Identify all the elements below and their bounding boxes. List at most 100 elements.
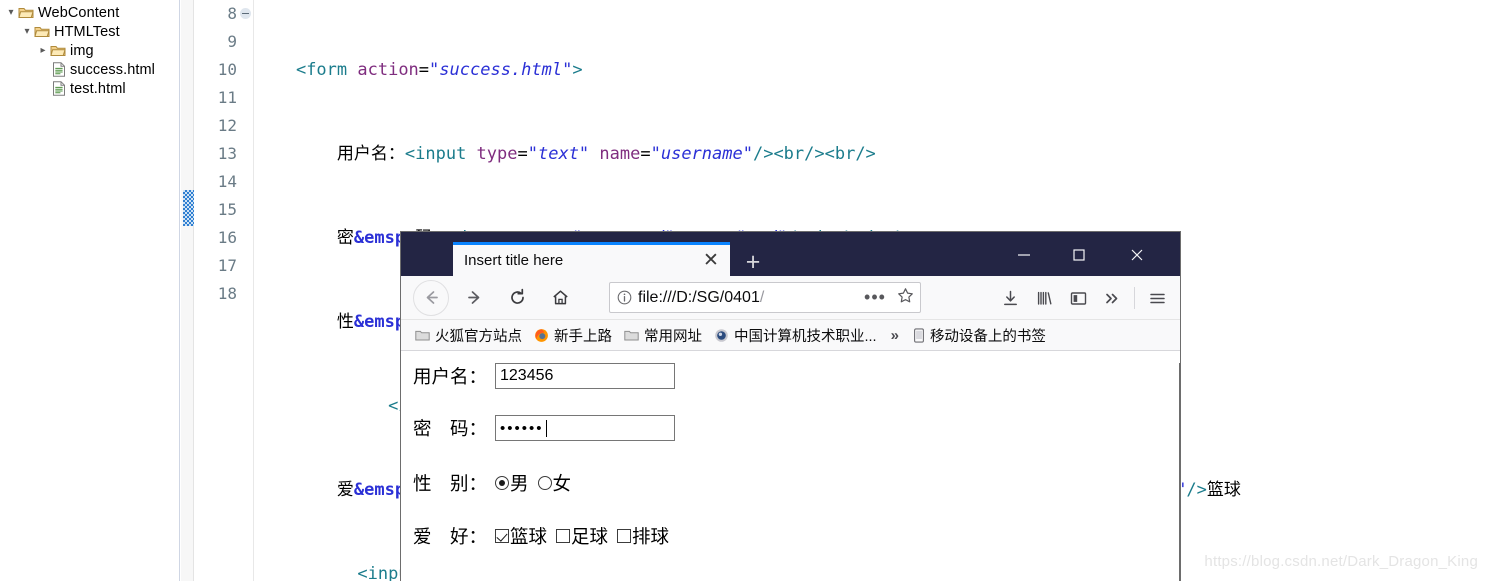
checkbox-label: 足球 <box>571 526 609 547</box>
line-number: 10 <box>217 60 237 79</box>
checkbox-icon[interactable] <box>495 529 509 543</box>
radio-label: 男 <box>510 473 529 494</box>
checkbox-icon[interactable] <box>556 529 571 543</box>
tree-item-label: success.html <box>70 61 155 78</box>
checkbox-label: 排球 <box>632 526 670 547</box>
line-number: 15 <box>217 200 237 219</box>
checkbox-icon[interactable] <box>617 529 632 543</box>
library-icon[interactable] <box>1027 281 1061 315</box>
watermark: https://blog.csdn.net/Dark_Dragon_King <box>1204 553 1478 570</box>
back-arrow-icon[interactable] <box>413 279 449 316</box>
chevron-right-icon[interactable]: ▸ <box>36 45 50 56</box>
radio-option-woman[interactable]: 女 <box>537 470 572 496</box>
url-bar[interactable]: file:///D:/SG/0401/ ••• <box>609 282 921 313</box>
bookmark-item-firefox-official[interactable]: 火狐官方站点 <box>409 323 528 348</box>
folder-icon <box>624 329 639 342</box>
line-number: 9 <box>227 32 237 51</box>
password-input[interactable]: •••••• <box>495 415 675 441</box>
username-input[interactable]: 123456 <box>495 363 675 389</box>
home-icon[interactable] <box>542 280 578 316</box>
line-number: 14 <box>217 172 237 191</box>
bookmarks-overflow-icon[interactable]: » <box>883 327 907 344</box>
tab-title: Insert title here <box>464 252 564 269</box>
form-row-username: 用户名： 123456 <box>401 363 1179 389</box>
fold-collapse-icon[interactable] <box>240 8 251 19</box>
screen-root: ▾ WebContent ▾ HTMLTest ▸ img success.ht… <box>0 0 1488 581</box>
url-tail: / <box>759 288 765 306</box>
folder-icon <box>34 25 50 38</box>
form-row-hobby: 爱 好： 篮球 足球 排球 <box>401 523 1179 549</box>
forward-arrow-icon[interactable] <box>456 280 492 316</box>
code-line[interactable]: 用户名：<input type="text" name="username"/>… <box>255 140 1488 168</box>
tree-item-label: HTMLTest <box>54 23 120 40</box>
firefox-icon <box>534 328 549 343</box>
radio-icon[interactable] <box>495 476 509 490</box>
overflow-chevrons-icon[interactable] <box>1095 281 1129 315</box>
browser-tab[interactable]: Insert title here ✕ <box>453 242 730 276</box>
close-icon[interactable]: ✕ <box>696 246 726 276</box>
tree-item-webcontent[interactable]: ▾ WebContent <box>0 3 179 22</box>
tree-item-success-html[interactable]: success.html <box>0 60 179 79</box>
bookmarks-bar[interactable]: 火狐官方站点 新手上路 常用网址 中国计算机技术职业... » 移动设备上的书签 <box>401 320 1180 351</box>
phone-icon <box>913 327 925 343</box>
chevron-down-icon[interactable]: ▾ <box>20 26 34 37</box>
page-content: 用户名： 123456 密 码： •••••• 性 别： 男 女 爱 好： 篮球… <box>401 363 1180 581</box>
tree-item-img[interactable]: ▸ img <box>0 41 179 60</box>
file-icon <box>52 62 66 77</box>
checkbox-option-football[interactable]: 足球 <box>556 523 608 549</box>
line-number: 16 <box>217 228 237 247</box>
page-actions-icon[interactable]: ••• <box>860 287 890 308</box>
password-masked-value: •••••• <box>500 419 544 437</box>
hobby-label: 爱 好： <box>413 526 488 547</box>
line-number: 12 <box>217 116 237 135</box>
radio-label: 女 <box>552 473 572 494</box>
password-label: 密 码： <box>413 418 488 439</box>
url-main: file:///D:/SG/0401 <box>638 288 760 306</box>
line-number: 13 <box>217 144 237 163</box>
toolbar-separator <box>1134 287 1135 309</box>
browser-navbar[interactable]: file:///D:/SG/0401/ ••• <box>401 276 1180 320</box>
hamburger-menu-icon[interactable] <box>1140 281 1174 315</box>
info-icon[interactable] <box>610 290 638 305</box>
toolbar-icons[interactable] <box>993 281 1174 315</box>
bookmark-item-china-computer[interactable]: 中国计算机技术职业... <box>708 323 883 348</box>
checkbox-label: 篮球 <box>510 526 548 547</box>
bookmark-label: 常用网址 <box>644 328 702 345</box>
line-number: 11 <box>217 88 237 107</box>
line-number: 18 <box>217 284 237 303</box>
window-close-button[interactable] <box>1114 240 1160 270</box>
tree-item-test-html[interactable]: test.html <box>0 79 179 98</box>
form-row-password: 密 码： •••••• <box>401 415 1179 441</box>
window-maximize-button[interactable] <box>1056 240 1102 270</box>
gender-label: 性 别： <box>413 473 488 494</box>
downloads-icon[interactable] <box>993 281 1027 315</box>
url-input[interactable]: file:///D:/SG/0401/ <box>638 289 860 307</box>
star-icon[interactable] <box>890 287 920 309</box>
bookmark-label: 中国计算机技术职业... <box>734 328 877 345</box>
firefox-window[interactable]: Insert title here ✕ + file:///D:/SG/0401… <box>401 232 1180 581</box>
chevron-down-icon[interactable]: ▾ <box>4 7 18 18</box>
radio-option-man[interactable]: 男 <box>495 470 529 496</box>
form-row-gender: 性 别： 男 女 <box>401 470 1179 496</box>
checkbox-option-basketball[interactable]: 篮球 <box>495 523 547 549</box>
bookmark-label: 火狐官方站点 <box>435 328 522 345</box>
window-minimize-button[interactable] <box>1001 240 1047 270</box>
line-number-gutter: 8 9 10 11 12 13 14 15 16 17 18 <box>195 0 251 581</box>
tree-item-htmltest[interactable]: ▾ HTMLTest <box>0 22 179 41</box>
bookmark-item-common-sites[interactable]: 常用网址 <box>618 323 708 348</box>
code-line[interactable]: <form action="success.html"> <box>255 56 1488 84</box>
editor-marker-column[interactable] <box>181 0 194 581</box>
reload-icon[interactable] <box>499 280 535 316</box>
gutter-separator <box>253 0 254 581</box>
tree-item-label: WebContent <box>38 4 120 21</box>
bookmark-item-newbie[interactable]: 新手上路 <box>528 323 618 348</box>
sidebar-icon[interactable] <box>1061 281 1095 315</box>
browser-titlebar[interactable]: Insert title here ✕ + <box>401 232 1180 276</box>
bookmark-item-mobile[interactable]: 移动设备上的书签 <box>907 323 1052 348</box>
bookmark-label: 移动设备上的书签 <box>929 328 1046 345</box>
text-caret <box>545 419 547 437</box>
radio-icon[interactable] <box>537 476 552 490</box>
new-tab-button[interactable]: + <box>739 248 767 276</box>
checkbox-option-volleyball[interactable]: 排球 <box>617 523 669 549</box>
username-label: 用户名： <box>413 366 488 387</box>
